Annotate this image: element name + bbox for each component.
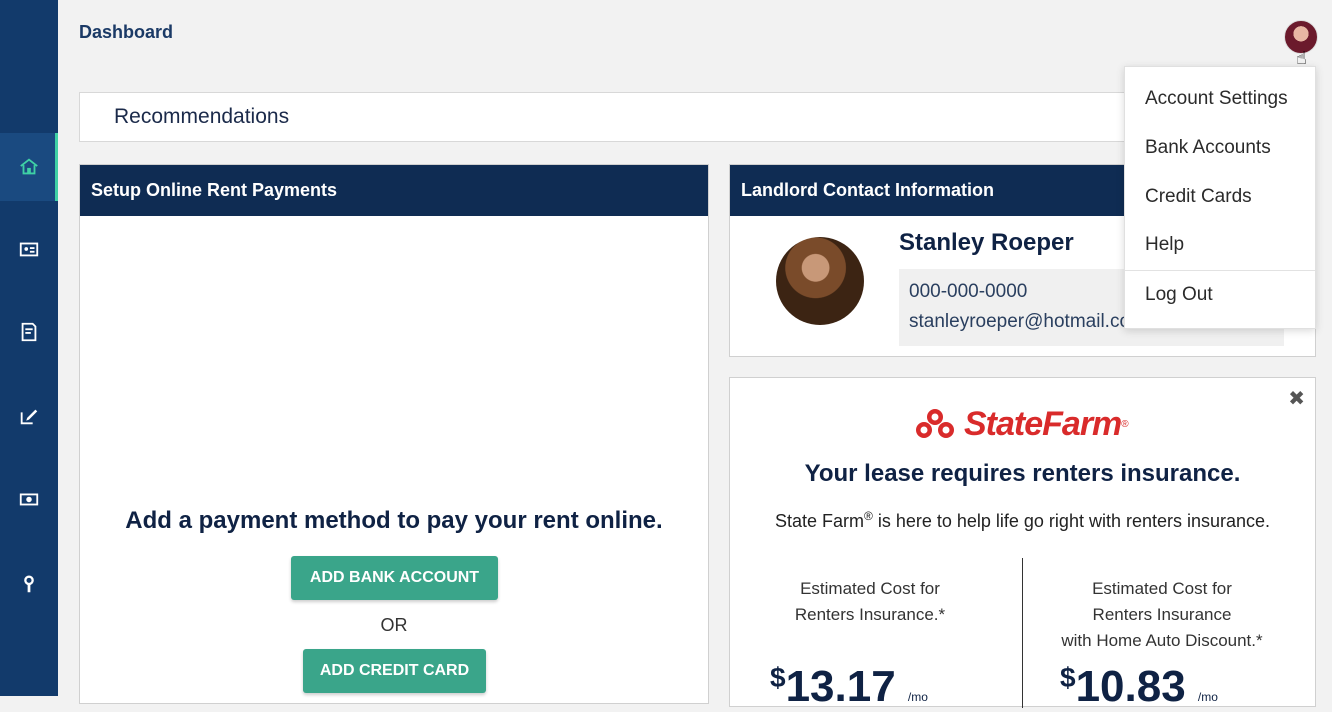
add-credit-card-button[interactable]: ADD CREDIT CARD [303, 649, 486, 693]
landlord-email[interactable]: stanleyroeper@hotmail.com [909, 311, 1146, 333]
cost-right-line2: Renters Insurance [1092, 605, 1232, 624]
sidebar-item-home[interactable] [0, 133, 58, 201]
landlord-phone[interactable]: 000-000-0000 [909, 281, 1027, 303]
rent-prompt: Add a payment method to pay your rent on… [125, 507, 663, 534]
sidebar [0, 0, 58, 696]
statefarm-wordmark: StateFarm [964, 404, 1122, 443]
or-text: OR [380, 615, 408, 635]
wrench-icon [24, 575, 34, 593]
price-left-per: /mo [907, 690, 928, 704]
cost-right-line1: Estimated Cost for [1092, 579, 1232, 598]
sidebar-item-profile[interactable] [0, 215, 58, 283]
price-right: $10.83 /mo [1060, 662, 1218, 712]
insurance-headline: Your lease requires renters insurance. [804, 460, 1241, 487]
insurance-ad-card: ✖ StateFarm ® Your lease requires renters… [729, 377, 1316, 711]
document-icon [21, 322, 37, 342]
landlord-name: Stanley Roeper [899, 229, 1074, 256]
price-left: $13.17 /mo [770, 662, 928, 712]
rent-card-title: Setup Online Rent Payments [80, 165, 708, 216]
add-bank-account-button[interactable]: ADD BANK ACCOUNT [291, 556, 498, 600]
landlord-photo [776, 237, 864, 325]
cost-left-label: Estimated Cost for Renters Insurance.* [730, 576, 1010, 628]
insurance-subtext: State Farm® is here to help life go righ… [730, 509, 1315, 532]
menu-item-help[interactable]: Help [1145, 234, 1184, 256]
home-icon [20, 158, 38, 175]
menu-item-credit-cards[interactable]: Credit Cards [1145, 186, 1252, 208]
edit-icon [20, 409, 38, 425]
account-dropdown-menu: Account Settings Bank Accounts Credit Ca… [1124, 66, 1316, 329]
sidebar-item-documents[interactable] [0, 298, 58, 366]
rent-payments-card: Setup Online Rent Payments Add a payment… [79, 164, 709, 704]
menu-item-log-out[interactable]: Log Out [1145, 284, 1213, 306]
cost-left-line1: Estimated Cost for [800, 579, 940, 598]
statefarm-reg-mark: ® [1121, 418, 1129, 430]
statefarm-rings-icon [916, 409, 954, 438]
price-right-value: 10.83 [1075, 662, 1186, 711]
insurance-sub-reg: ® [863, 509, 873, 523]
cost-right-label: Estimated Cost for Renters Insurance wit… [1022, 576, 1302, 654]
close-icon[interactable]: ✖ [1288, 386, 1305, 411]
money-icon [19, 493, 39, 506]
menu-divider [1125, 270, 1315, 271]
price-right-currency: $ [1060, 662, 1076, 693]
insurance-sub-text: is here to help life go right with rente… [872, 511, 1271, 531]
page-title: Dashboard [79, 22, 174, 42]
sidebar-item-maintenance[interactable] [0, 550, 58, 618]
sidebar-item-sign[interactable] [0, 382, 58, 450]
menu-item-bank-accounts[interactable]: Bank Accounts [1145, 137, 1271, 159]
price-right-per: /mo [1197, 690, 1218, 704]
recommendations-title: Recommendations [114, 105, 290, 128]
insurance-sub-brand: State Farm [774, 511, 864, 531]
cost-left-line2: Renters Insurance.* [794, 605, 946, 624]
id-card-icon [19, 242, 39, 257]
cost-right-line3: with Home Auto Discount.* [1061, 631, 1263, 650]
sidebar-item-payments[interactable] [0, 465, 58, 533]
menu-item-account-settings[interactable]: Account Settings [1145, 88, 1288, 110]
price-left-currency: $ [770, 662, 786, 693]
statefarm-logo: StateFarm ® [912, 404, 1129, 443]
price-left-value: 13.17 [785, 662, 896, 711]
